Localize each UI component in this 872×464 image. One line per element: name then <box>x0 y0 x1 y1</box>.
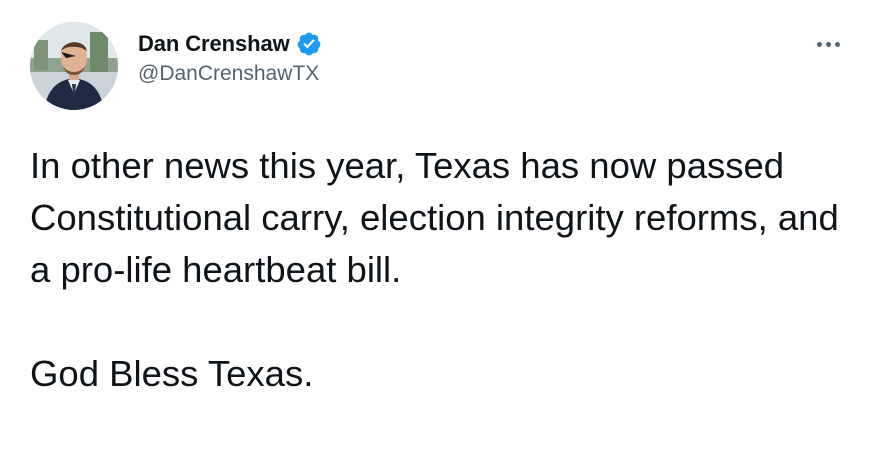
avatar[interactable] <box>30 22 118 110</box>
more-dot-icon <box>825 41 831 47</box>
tweet-text: In other news this year, Texas has now p… <box>30 140 840 400</box>
handle[interactable]: @DanCrenshawTX <box>138 62 322 86</box>
more-dot-icon <box>816 41 822 47</box>
display-name[interactable]: Dan Crenshaw <box>138 31 290 57</box>
author-name-row: Dan Crenshaw <box>138 30 322 58</box>
verified-badge-icon <box>296 31 322 57</box>
more-options-icon[interactable] <box>810 34 846 54</box>
more-dot-icon <box>834 41 840 47</box>
tweet-paragraph-2: God Bless Texas. <box>30 353 314 394</box>
tweet-card: Dan Crenshaw @DanCrenshawTX In other new… <box>0 0 872 464</box>
tweet-paragraph-1: In other news this year, Texas has now p… <box>30 145 839 290</box>
author-info: Dan Crenshaw @DanCrenshawTX <box>138 30 322 86</box>
avatar-photo <box>30 22 118 110</box>
